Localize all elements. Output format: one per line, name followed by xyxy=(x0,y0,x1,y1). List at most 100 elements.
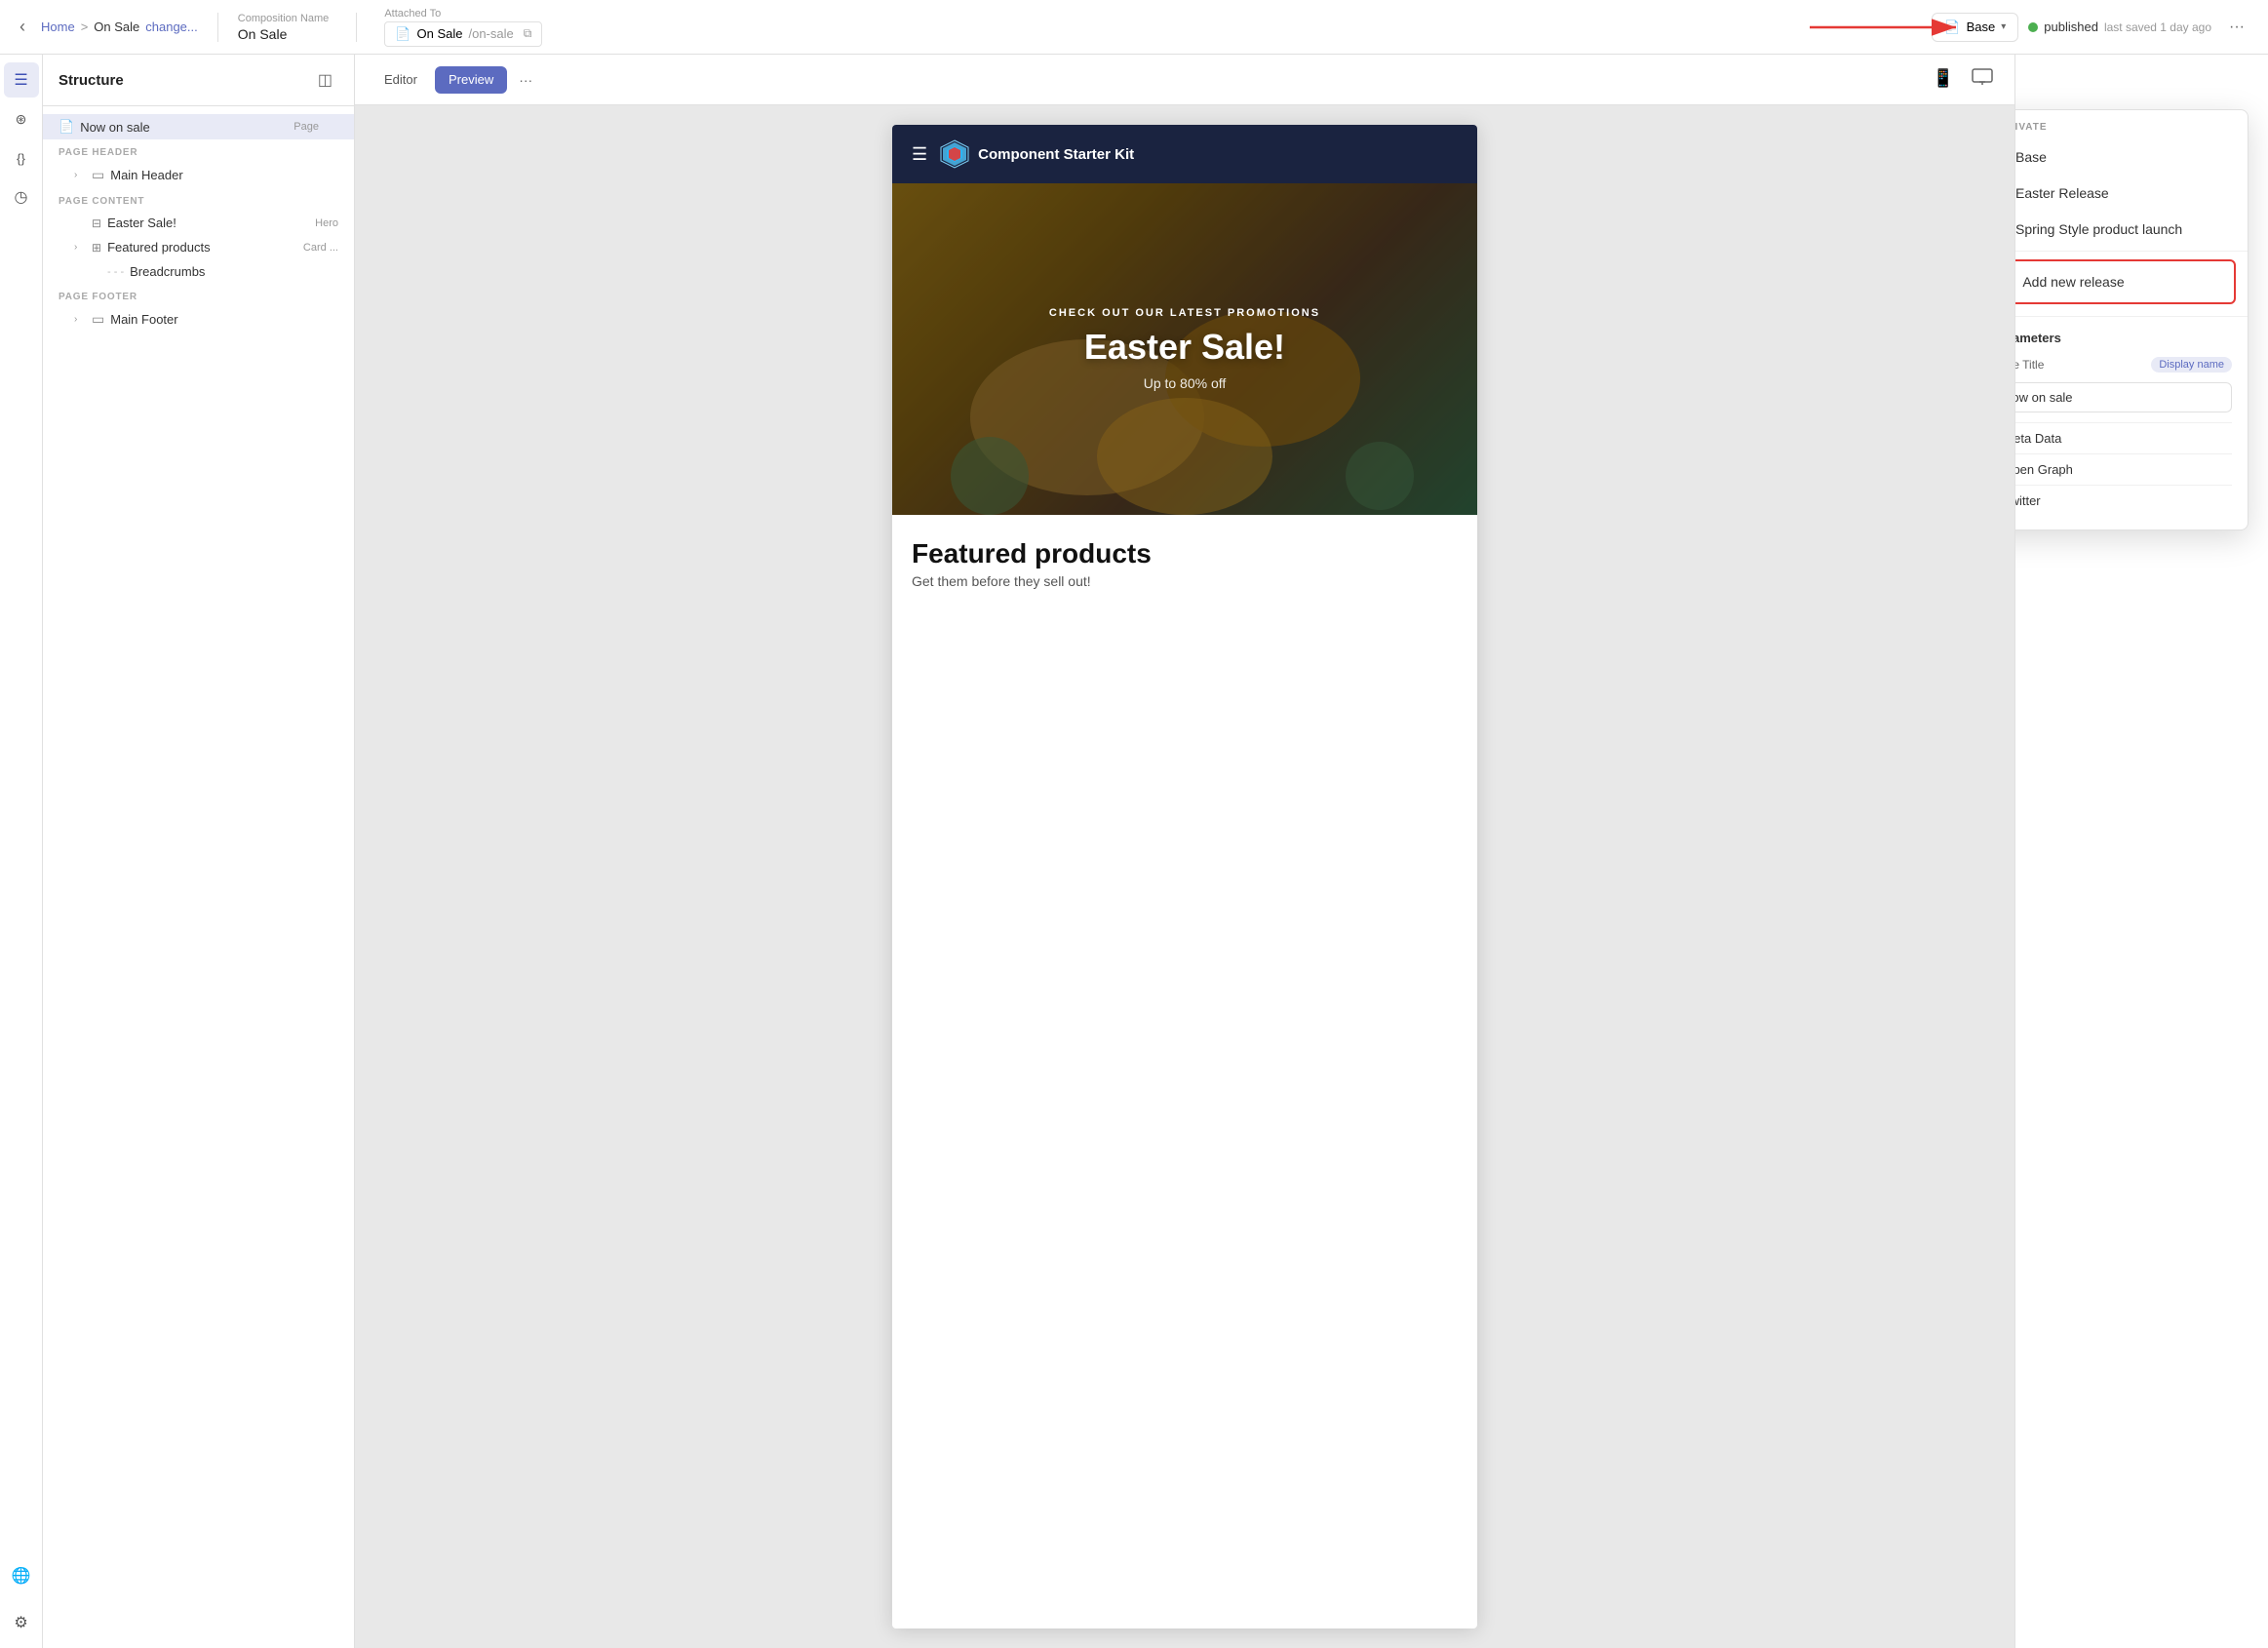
breadcrumbs-label: Breadcrumbs xyxy=(130,264,338,279)
dropdown-base-label: Base xyxy=(2015,149,2047,165)
parameters-title: Parameters xyxy=(2014,331,2232,345)
featured-subtitle: Get them before they sell out! xyxy=(912,573,1458,589)
tree-item-easter-sale[interactable]: › ⊟ Easter Sale! Hero xyxy=(43,211,354,235)
main-layout: ☰ ⊛ {} ◷ 🌐 ⚙ Structure ◫ 📄 Now on sale P… xyxy=(0,55,2268,1648)
open-graph-label: Open Graph xyxy=(2014,462,2073,477)
composition-name-section: Composition Name On Sale xyxy=(238,13,330,42)
footer-icon: ▭ xyxy=(92,311,104,328)
page-title-input[interactable] xyxy=(2014,382,2232,412)
featured-products-label: Featured products xyxy=(107,240,293,255)
icon-sidebar: ☰ ⊛ {} ◷ 🌐 ⚙ xyxy=(0,55,43,1648)
add-release-label: Add new release xyxy=(2022,274,2124,290)
preview-devices: 📱 xyxy=(1927,64,1999,95)
tree-item-page[interactable]: 📄 Now on sale Page ··· xyxy=(43,114,354,139)
base-label: Base xyxy=(1967,20,1996,34)
featured-products-badge: Card ... xyxy=(303,242,338,254)
site-logo: Component Starter Kit xyxy=(939,138,1134,170)
sidebar-item-globe[interactable]: 🌐 xyxy=(4,1558,39,1593)
back-button[interactable]: ‹ xyxy=(16,13,29,41)
preview-toolbar: Editor Preview ··· 📱 xyxy=(355,55,2014,105)
more-options-button[interactable]: ··· xyxy=(2221,15,2252,40)
chevron-right-icon-2: › xyxy=(74,242,86,253)
tree-item-breadcrumbs[interactable]: › - - - Breadcrumbs xyxy=(43,259,354,284)
preview-area: Editor Preview ··· 📱 ☰ xyxy=(355,55,2014,1648)
chevron-right-icon-3: › xyxy=(74,314,86,325)
section-label-page-content: PAGE CONTENT xyxy=(43,188,354,211)
open-graph-collapsible[interactable]: › Open Graph xyxy=(2014,453,2232,485)
top-bar-right: 📄 Base ▾ published last saved 1 day ago … xyxy=(1932,13,2252,42)
tree-item-main-header[interactable]: › ▭ Main Header xyxy=(43,162,354,188)
copy-icon[interactable]: ⧉ xyxy=(524,26,532,41)
base-button[interactable]: 📄 Base ▾ xyxy=(1932,13,2018,42)
header-icon: ▭ xyxy=(92,167,104,183)
main-header-label: Main Header xyxy=(110,168,338,182)
dropdown-item-spring[interactable]: ✓ Spring Style product launch xyxy=(2014,211,2248,247)
desktop-device-button[interactable] xyxy=(1966,64,1999,95)
dropdown-divider xyxy=(2014,251,2248,252)
activate-label: ACTIVATE xyxy=(2014,110,2248,138)
hero-title: Easter Sale! xyxy=(1049,327,1320,368)
dropdown-spring-label: Spring Style product launch xyxy=(2015,221,2182,237)
tab-editor[interactable]: Editor xyxy=(371,66,431,94)
top-bar: ‹ Home > On Sale change... Composition N… xyxy=(0,0,2268,55)
preview-tabs: Editor Preview ··· xyxy=(371,66,540,94)
attached-page-name: On Sale xyxy=(417,26,463,41)
breadcrumb-home[interactable]: Home xyxy=(41,20,75,34)
tab-preview[interactable]: Preview xyxy=(435,66,507,94)
section-label-page-footer: PAGE FOOTER xyxy=(43,284,354,306)
dropdown-item-easter[interactable]: ✓ Easter Release xyxy=(2014,175,2248,211)
twitter-collapsible[interactable]: › Twitter xyxy=(2014,485,2232,516)
published-badge: published last saved 1 day ago xyxy=(2028,20,2211,34)
hamburger-icon[interactable]: ☰ xyxy=(912,144,927,165)
attached-section: Attached To 📄 On Sale /on-sale ⧉ xyxy=(384,8,542,47)
mobile-device-button[interactable]: 📱 xyxy=(1927,64,1960,95)
breadcrumb-change[interactable]: change... xyxy=(145,20,198,34)
card-icon: ⊞ xyxy=(92,241,101,255)
hero-icon: ⊟ xyxy=(92,216,101,230)
display-name-badge: Display name xyxy=(2151,357,2232,373)
tree-item-main-footer[interactable]: › ▭ Main Footer xyxy=(43,306,354,333)
dropdown-item-base[interactable]: ✓ Base xyxy=(2014,138,2248,175)
tree-page-badge: Page xyxy=(293,121,319,133)
meta-data-collapsible[interactable]: › Meta Data xyxy=(2014,422,2232,453)
add-new-release-button[interactable]: + Add new release xyxy=(2014,259,2236,304)
hero-content: CHECK OUT OUR LATEST PROMOTIONS Easter S… xyxy=(1049,307,1320,391)
page-title-label: Page Title xyxy=(2014,358,2143,372)
section-label-page-header: PAGE HEADER xyxy=(43,139,354,162)
site-header: ☰ Component Starter Kit xyxy=(892,125,1477,183)
hero-subtitle: CHECK OUT OUR LATEST PROMOTIONS xyxy=(1049,307,1320,319)
attached-value[interactable]: 📄 On Sale /on-sale ⧉ xyxy=(384,21,542,47)
tree-item-featured-products[interactable]: › ⊞ Featured products Card ... xyxy=(43,235,354,259)
attached-label: Attached To xyxy=(384,8,542,20)
published-dot xyxy=(2028,22,2038,32)
dropdown-easter-label: Easter Release xyxy=(2015,185,2109,201)
right-panel: ACTIVATE ✓ Base ✓ Easter Release ✓ Sprin… xyxy=(2014,55,2268,1648)
breadcrumb-current: On Sale xyxy=(94,20,139,34)
published-text: published xyxy=(2044,20,2098,34)
sidebar-item-settings[interactable]: ⚙ xyxy=(4,1605,39,1640)
breadcrumb: Home > On Sale change... xyxy=(41,20,198,34)
sidebar-item-history[interactable]: ◷ xyxy=(4,179,39,215)
tree-page-label: Now on sale xyxy=(80,120,284,135)
structure-panel: Structure ◫ 📄 Now on sale Page ··· PAGE … xyxy=(43,55,355,1648)
hero-description: Up to 80% off xyxy=(1049,375,1320,391)
hero-section: CHECK OUT OUR LATEST PROMOTIONS Easter S… xyxy=(892,183,1477,515)
tab-more-button[interactable]: ··· xyxy=(511,66,540,94)
base-dropdown: ACTIVATE ✓ Base ✓ Easter Release ✓ Sprin… xyxy=(2014,109,2248,530)
sidebar-item-layers[interactable]: ⊛ xyxy=(4,101,39,137)
preview-canvas: ☰ Component Starter Kit xyxy=(355,105,2014,1648)
easter-sale-badge: Hero xyxy=(315,217,338,229)
structure-header: Structure ◫ xyxy=(43,55,354,106)
structure-collapse-button[interactable]: ◫ xyxy=(312,68,338,92)
structure-tree: 📄 Now on sale Page ··· PAGE HEADER › ▭ M… xyxy=(43,106,354,1648)
attached-page-icon: 📄 xyxy=(395,26,411,42)
meta-data-label: Meta Data xyxy=(2014,431,2061,446)
parameters-section: Parameters Page Title Display name › Met… xyxy=(2014,316,2248,530)
easter-sale-label: Easter Sale! xyxy=(107,216,305,230)
featured-title: Featured products xyxy=(912,538,1458,569)
sidebar-item-code[interactable]: {} xyxy=(4,140,39,176)
preview-frame: ☰ Component Starter Kit xyxy=(892,125,1477,1628)
twitter-label: Twitter xyxy=(2014,493,2041,508)
dashed-icon: - - - xyxy=(107,266,124,278)
sidebar-item-structure[interactable]: ☰ xyxy=(4,62,39,98)
